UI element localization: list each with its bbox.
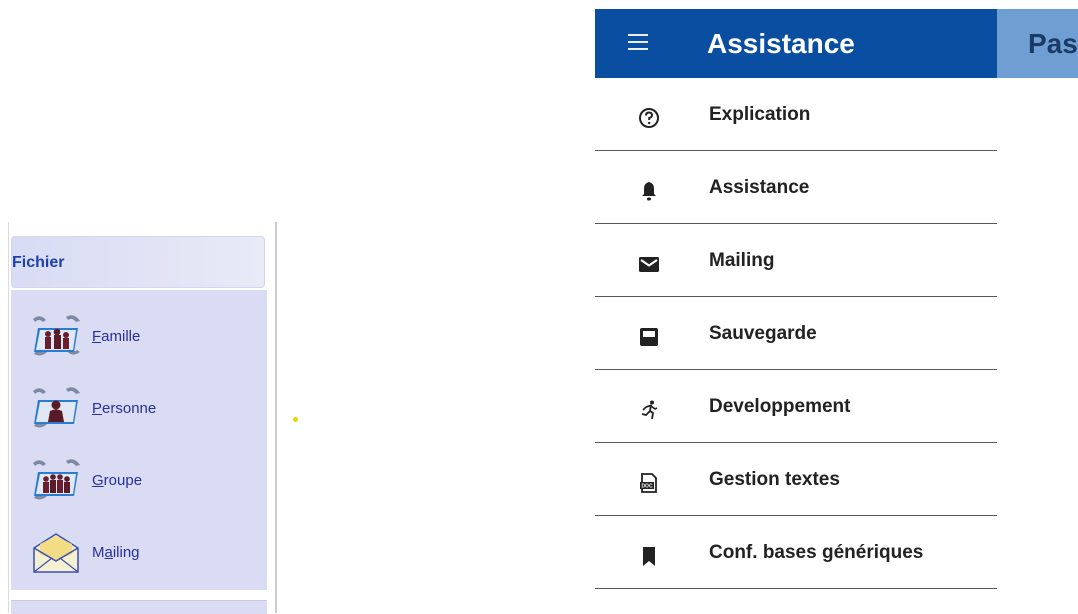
- menu-item-label: Assistance: [709, 177, 810, 198]
- fichier-item-mailing[interactable]: Mailing: [30, 532, 140, 573]
- menu-item-label: Sauvegarde: [709, 323, 817, 344]
- menu-item-sauvegarde[interactable]: Sauvegarde: [595, 297, 997, 370]
- doc-icon: DOC: [640, 473, 657, 493]
- fichier-item-label: Groupe: [92, 471, 143, 489]
- left-panel-divider: [275, 222, 277, 613]
- fichier-item-label: Mailing: [92, 543, 140, 561]
- left-panel-edge: [8, 222, 9, 613]
- fichier-item-groupe[interactable]: Groupe: [30, 459, 143, 500]
- menu-item-label: Explication: [709, 104, 811, 125]
- fichier-section-title: Fichier: [12, 254, 65, 271]
- next-section-header[interactable]: [11, 600, 267, 614]
- menu-item-gestion-textes[interactable]: DOC Gestion textes: [595, 443, 997, 516]
- menu-item-label: Developpement: [709, 396, 851, 417]
- fichier-item-label: Personne: [92, 399, 157, 417]
- menu-item-mailing[interactable]: Mailing: [595, 224, 997, 297]
- family-icon: [33, 315, 80, 356]
- menu-item-label: Gestion textes: [709, 469, 840, 490]
- help-circle-icon: [639, 108, 659, 128]
- mail-envelope-icon: [33, 533, 79, 573]
- top-bar-secondary-title: Pas: [1028, 28, 1078, 59]
- fichier-item-label: Famille: [92, 327, 141, 345]
- menu-item-developpement[interactable]: Developpement: [595, 370, 997, 443]
- top-bar-main: Assistance: [595, 9, 997, 78]
- bookmark-icon: [643, 547, 655, 566]
- run-icon: [641, 400, 658, 420]
- yellow-dot: [293, 417, 298, 422]
- menu-item-label: Conf. bases génériques: [709, 542, 924, 563]
- menu-item-explication[interactable]: Explication: [595, 78, 997, 151]
- menu-item-label: Mailing: [709, 250, 775, 271]
- fichier-section-header[interactable]: Fichier: [11, 236, 265, 288]
- group-icon: [33, 459, 80, 500]
- hamburger-menu-icon[interactable]: [628, 34, 648, 50]
- menu-item-conf-bases-generiques[interactable]: Conf. bases génériques: [595, 516, 997, 589]
- person-icon: [33, 387, 80, 428]
- save-icon: [640, 328, 658, 346]
- menu-item-assistance[interactable]: Assistance: [595, 151, 997, 224]
- bell-icon: [642, 182, 656, 201]
- svg-text:DOC: DOC: [641, 484, 653, 490]
- fichier-item-famille[interactable]: Famille: [30, 315, 141, 356]
- app-top-bar: Assistance Pas: [595, 9, 1078, 78]
- top-bar-secondary[interactable]: Pas: [997, 9, 1078, 78]
- mail-icon: [639, 257, 659, 272]
- fichier-item-personne[interactable]: Personne: [30, 387, 157, 428]
- top-bar-title: Assistance: [707, 28, 855, 59]
